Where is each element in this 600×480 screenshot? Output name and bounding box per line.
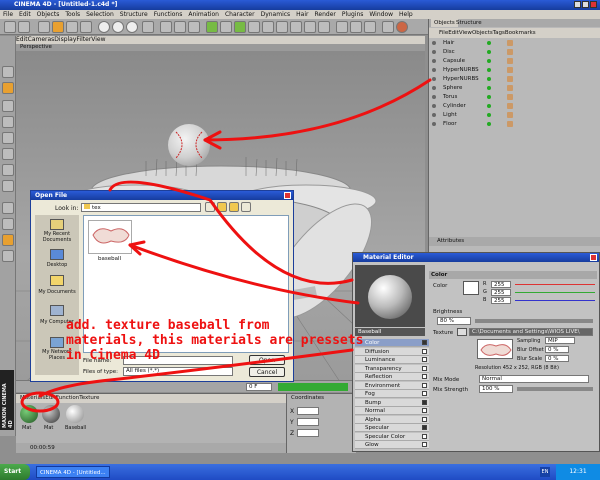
clock: 12:31 <box>556 464 600 480</box>
taskbar: Start CINEMA 4D - [Untitled... EN 12:31 <box>0 464 600 480</box>
annotation-line-3: in Cinema 4D <box>66 348 160 363</box>
annotation-arrows <box>20 78 432 413</box>
start-button[interactable]: Start <box>0 464 30 480</box>
language-indicator[interactable]: EN <box>540 467 550 477</box>
annotation-line-1: add. texture baseball from <box>66 318 270 333</box>
annotation-line-2: materials, this materials are pressets <box>66 333 364 348</box>
taskbar-cinema4d[interactable]: CINEMA 4D - [Untitled... <box>36 466 110 478</box>
